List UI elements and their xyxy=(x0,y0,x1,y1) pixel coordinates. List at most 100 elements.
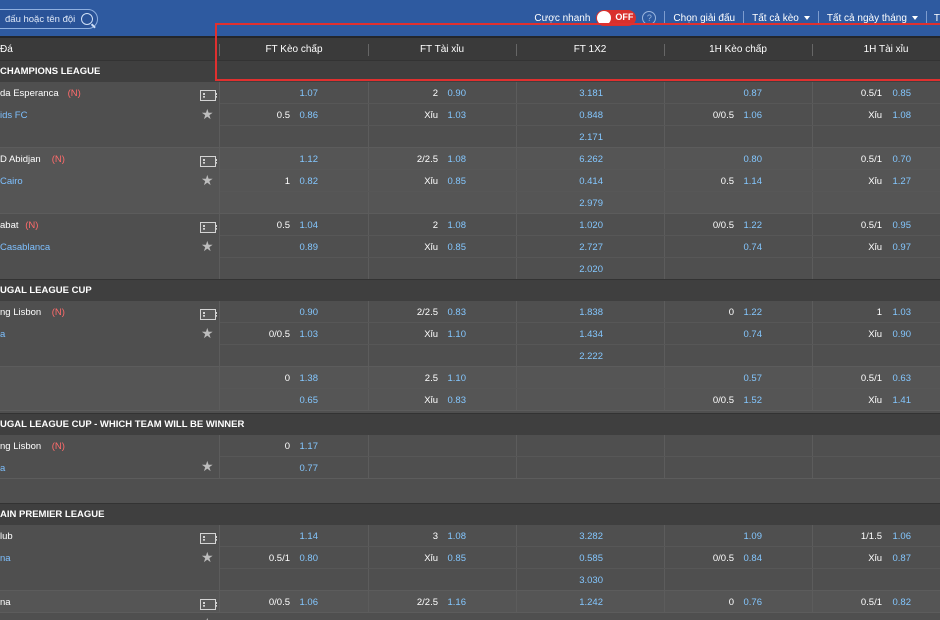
odds-value[interactable]: 1.27 xyxy=(893,176,912,187)
odds-value[interactable]: 0.85 xyxy=(448,553,467,564)
odds-value[interactable]: 0.90 xyxy=(448,88,467,99)
all-days-dropdown[interactable]: Tất cả ngày tháng xyxy=(819,0,926,36)
odds-value[interactable]: 1.020 xyxy=(579,220,603,231)
odds-value[interactable]: 0.63 xyxy=(893,373,912,384)
odds-value[interactable]: 1.838 xyxy=(579,307,603,318)
all-bets-dropdown[interactable]: Tất cả kèo xyxy=(744,0,818,36)
odds-value[interactable]: 0.82 xyxy=(893,597,912,608)
star-icon[interactable]: ★ xyxy=(201,239,214,253)
odds-value[interactable]: 2.171 xyxy=(579,132,603,143)
stats-icon[interactable] xyxy=(200,309,217,320)
odds-value[interactable]: 0.83 xyxy=(448,307,467,318)
odds-value[interactable]: 0.80 xyxy=(300,553,319,564)
stats-icon[interactable] xyxy=(200,90,217,101)
odds-value[interactable]: 0.87 xyxy=(744,88,763,99)
col-ft-handicap[interactable]: FT Kèo chấp xyxy=(220,38,368,61)
away-team[interactable]: Cairo xyxy=(0,176,23,187)
odds-value[interactable]: 1.06 xyxy=(744,110,763,121)
odds-value[interactable]: 0.85 xyxy=(893,88,912,99)
odds-value[interactable]: 2.020 xyxy=(579,264,603,275)
quick-bet[interactable]: Cược nhanh OFF ? xyxy=(526,0,664,36)
odds-value[interactable]: 0.57 xyxy=(744,373,763,384)
odds-value[interactable]: 0.85 xyxy=(448,176,467,187)
choose-league-button[interactable]: Chọn giải đấu xyxy=(665,0,743,36)
odds-value[interactable]: 0.585 xyxy=(579,553,603,564)
odds-value[interactable]: 0.85 xyxy=(448,242,467,253)
odds-value[interactable]: 0.83 xyxy=(448,395,467,406)
stats-icon[interactable] xyxy=(200,222,217,233)
stats-icon[interactable] xyxy=(200,533,217,544)
search-icon[interactable] xyxy=(81,13,93,25)
odds-value[interactable]: 1.22 xyxy=(744,220,763,231)
search-input[interactable]: đấu hoặc tên đội xyxy=(5,14,75,25)
league-header[interactable]: AIN PREMIER LEAGUE xyxy=(0,503,940,525)
away-team[interactable]: na xyxy=(0,553,11,564)
odds-value[interactable]: 0.74 xyxy=(744,329,763,340)
odds-value[interactable]: 1.16 xyxy=(448,597,467,608)
odds-value[interactable]: 3.282 xyxy=(579,531,603,542)
odds-value[interactable]: 0.70 xyxy=(893,154,912,165)
star-icon[interactable]: ★ xyxy=(201,326,214,340)
away-team[interactable]: a xyxy=(0,463,5,474)
home-team[interactable]: ng Lisbon xyxy=(0,441,41,452)
odds-value[interactable]: 0.74 xyxy=(744,242,763,253)
odds-value[interactable]: 1.06 xyxy=(893,531,912,542)
odds-value[interactable]: 1.17 xyxy=(300,441,319,452)
odds-value[interactable]: 1.04 xyxy=(300,220,319,231)
star-icon[interactable]: ★ xyxy=(201,459,214,473)
col-ft-1x2[interactable]: FT 1X2 xyxy=(516,38,664,61)
odds-value[interactable]: 1.14 xyxy=(300,531,319,542)
odds-value[interactable]: 1.434 xyxy=(579,329,603,340)
away-team[interactable]: Casablanca xyxy=(0,242,50,253)
home-team[interactable]: lub xyxy=(0,531,13,542)
odds-value[interactable]: 1.242 xyxy=(579,597,603,608)
away-team[interactable]: ids FC xyxy=(0,110,27,121)
odds-value[interactable]: 1.10 xyxy=(448,373,467,384)
home-team[interactable]: ng Lisbon xyxy=(0,307,41,318)
star-icon[interactable]: ★ xyxy=(201,550,214,564)
odds-value[interactable]: 0.848 xyxy=(579,110,603,121)
odds-value[interactable]: 2.979 xyxy=(579,198,603,209)
odds-value[interactable]: 0.86 xyxy=(300,110,319,121)
odds-value[interactable]: 0.76 xyxy=(744,597,763,608)
home-team[interactable]: abat xyxy=(0,220,19,231)
odds-value[interactable]: 1.38 xyxy=(300,373,319,384)
odds-value[interactable]: 0.90 xyxy=(893,329,912,340)
quick-bet-toggle[interactable]: OFF xyxy=(596,10,637,26)
odds-value[interactable]: 0.84 xyxy=(744,553,763,564)
league-header[interactable]: UGAL LEAGUE CUP - WHICH TEAM WILL BE WIN… xyxy=(0,413,940,435)
odds-value[interactable]: 0.82 xyxy=(300,176,319,187)
home-team[interactable]: da Esperanca xyxy=(0,88,59,99)
odds-value[interactable]: 1.06 xyxy=(300,597,319,608)
col-1h-handicap[interactable]: 1H Kèo chấp xyxy=(664,38,812,61)
odds-value[interactable]: 0.87 xyxy=(893,553,912,564)
odds-value[interactable]: 0.414 xyxy=(579,176,603,187)
odds-value[interactable]: 0.65 xyxy=(300,395,319,406)
odds-value[interactable]: 0.97 xyxy=(893,242,912,253)
star-icon[interactable]: ★ xyxy=(201,173,214,187)
odds-value[interactable]: 1.41 xyxy=(893,395,912,406)
odds-value[interactable]: 1.12 xyxy=(300,154,319,165)
stats-icon[interactable] xyxy=(200,599,217,610)
extra-menu[interactable]: T xyxy=(927,0,940,36)
league-header[interactable]: CHAMPIONS LEAGUE xyxy=(0,60,940,82)
odds-value[interactable]: 6.262 xyxy=(579,154,603,165)
odds-value[interactable]: 0.77 xyxy=(300,463,319,474)
away-team[interactable]: a xyxy=(0,329,5,340)
odds-value[interactable]: 1.10 xyxy=(448,329,467,340)
odds-value[interactable]: 1.14 xyxy=(744,176,763,187)
odds-value[interactable]: 1.03 xyxy=(300,329,319,340)
star-icon[interactable]: ★ xyxy=(201,107,214,121)
home-team[interactable]: na xyxy=(0,597,11,608)
odds-value[interactable]: 1.03 xyxy=(448,110,467,121)
odds-value[interactable]: 0.95 xyxy=(893,220,912,231)
odds-value[interactable]: 0.80 xyxy=(744,154,763,165)
odds-value[interactable]: 3.030 xyxy=(579,575,603,586)
col-1h-overunder[interactable]: 1H Tài xỉu xyxy=(812,38,940,61)
odds-value[interactable]: 1.03 xyxy=(893,307,912,318)
search-box[interactable]: đấu hoặc tên đội xyxy=(0,9,98,29)
odds-value[interactable]: 1.08 xyxy=(448,220,467,231)
odds-value[interactable]: 0.89 xyxy=(300,242,319,253)
odds-value[interactable]: 1.07 xyxy=(300,88,319,99)
odds-value[interactable]: 2.727 xyxy=(579,242,603,253)
